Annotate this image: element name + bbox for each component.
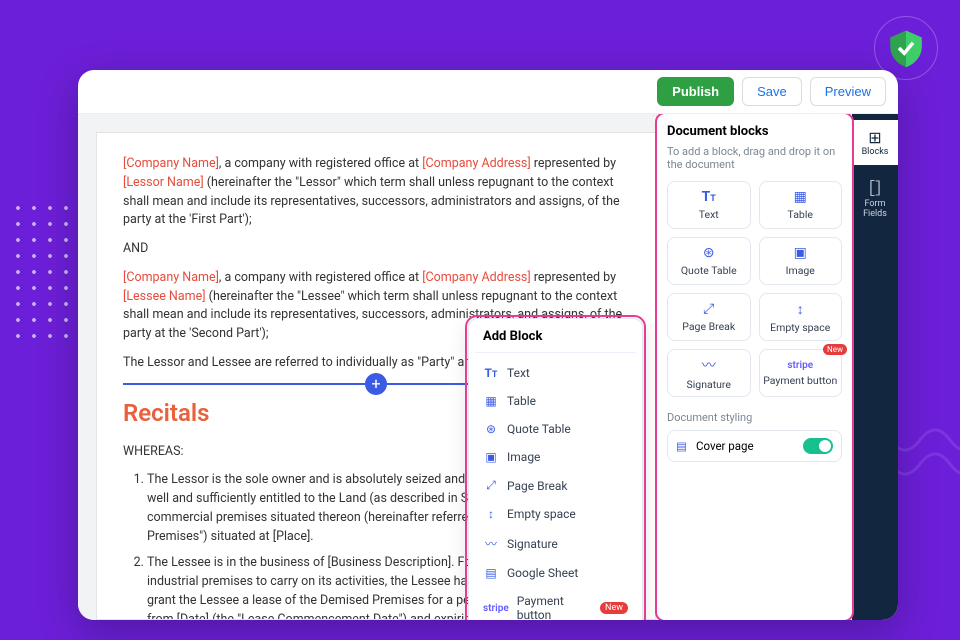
blocks-panel-title: Document blocks — [667, 124, 842, 139]
block-card-label: Page Break — [682, 320, 735, 333]
text-icon: TT — [483, 366, 499, 380]
popover-item-text[interactable]: TT Text — [475, 359, 636, 387]
popover-item-empty-space[interactable]: ↕ Empty space — [475, 500, 636, 528]
and-separator: AND — [123, 240, 629, 259]
popover-item-label: Text — [507, 366, 530, 380]
block-icon: 〰 — [702, 355, 716, 375]
block-card-label: Empty space — [770, 321, 830, 334]
block-card-label: Quote Table — [681, 264, 737, 277]
cover-page-row[interactable]: ▤ Cover page — [667, 430, 842, 462]
add-block-popover: Add Block TT Text ▦ Table ⊛ Quote Table ▣ Image… — [468, 318, 643, 620]
block-icon: ▤ — [483, 566, 499, 580]
popover-item-label: Signature — [507, 537, 558, 551]
party-first: [Company Name], a company with registere… — [123, 155, 629, 230]
block-card-payment-button[interactable]: stripePayment buttonNew — [759, 349, 843, 397]
block-card-label: Signature — [687, 378, 731, 391]
block-icon: ▣ — [483, 450, 499, 464]
block-card-label: Table — [788, 208, 813, 221]
block-icon: ▣ — [794, 245, 807, 261]
cover-page-icon: ▤ — [676, 439, 690, 453]
blocks-panel: Document blocks To add a block, drag and… — [656, 114, 852, 620]
stripe-logo: stripe — [787, 360, 813, 371]
popover-item-image[interactable]: ▣ Image — [475, 443, 636, 471]
popover-item-page-break[interactable]: ⤢ Page Break — [475, 471, 636, 500]
block-card-label: Payment button — [763, 374, 837, 387]
popover-item-label: Quote Table — [507, 422, 571, 436]
popover-item-label: Google Sheet — [507, 566, 578, 580]
popover-item-quote-table[interactable]: ⊛ Quote Table — [475, 415, 636, 443]
popover-item-label: Table — [507, 394, 536, 408]
form-fields-icon: ［］ — [852, 175, 898, 199]
text-icon: TT — [702, 189, 716, 205]
preview-button[interactable]: Preview — [810, 77, 886, 106]
block-icon: ↕ — [483, 507, 499, 521]
rail-tab-form-fields[interactable]: ［］ Form Fields — [852, 167, 898, 227]
popover-item-google-sheet[interactable]: ▤ Google Sheet — [475, 559, 636, 587]
new-badge: New — [823, 344, 847, 355]
save-button[interactable]: Save — [742, 77, 802, 106]
popover-item-table[interactable]: ▦ Table — [475, 387, 636, 415]
block-card-page-break[interactable]: ⤢ Page Break — [667, 293, 751, 341]
blocks-icon: ⊞ — [852, 128, 898, 147]
rail-tab-blocks[interactable]: ⊞ Blocks — [852, 120, 898, 165]
styling-section-label: Document styling — [667, 411, 842, 424]
block-card-table[interactable]: ▦ Table — [759, 181, 843, 229]
block-icon: ▦ — [794, 189, 807, 205]
popover-item-label: Page Break — [507, 479, 568, 493]
block-card-quote-table[interactable]: ⊛ Quote Table — [667, 237, 751, 285]
block-icon: ⤢ — [483, 478, 499, 493]
add-block-button[interactable]: + — [365, 373, 387, 395]
block-icon: 〰 — [483, 535, 499, 552]
popover-item-label: Empty space — [507, 507, 576, 521]
stripe-logo: stripe — [483, 603, 509, 614]
block-card-image[interactable]: ▣ Image — [759, 237, 843, 285]
cover-page-label: Cover page — [696, 439, 754, 453]
popover-item-label: Image — [507, 450, 540, 464]
block-card-text[interactable]: TT Text — [667, 181, 751, 229]
app-window: Publish Save Preview [Company Name], a c… — [78, 70, 898, 620]
block-card-label: Text — [699, 208, 719, 221]
block-icon: ⤢ — [703, 301, 714, 317]
blocks-panel-hint: To add a block, drag and drop it on the … — [667, 145, 842, 171]
popover-item-signature[interactable]: 〰 Signature — [475, 528, 636, 559]
block-icon: ↕ — [797, 301, 804, 318]
cover-page-toggle[interactable] — [803, 438, 833, 454]
decorative-dots — [10, 200, 70, 340]
block-card-empty-space[interactable]: ↕ Empty space — [759, 293, 843, 341]
block-icon: ⊛ — [483, 422, 499, 436]
right-rail: ⊞ Blocks ［］ Form Fields — [852, 114, 898, 620]
new-badge: New — [600, 602, 628, 614]
top-toolbar: Publish Save Preview — [78, 70, 898, 114]
block-icon: ⊛ — [703, 245, 715, 261]
popover-item-label: Payment button — [517, 594, 588, 620]
block-icon: ▦ — [483, 394, 499, 408]
popover-title: Add Block — [475, 329, 636, 353]
popover-item-payment-button[interactable]: stripe Payment button New — [475, 587, 636, 620]
publish-button[interactable]: Publish — [657, 77, 734, 106]
block-card-label: Image — [786, 264, 815, 277]
block-card-signature[interactable]: 〰 Signature — [667, 349, 751, 397]
